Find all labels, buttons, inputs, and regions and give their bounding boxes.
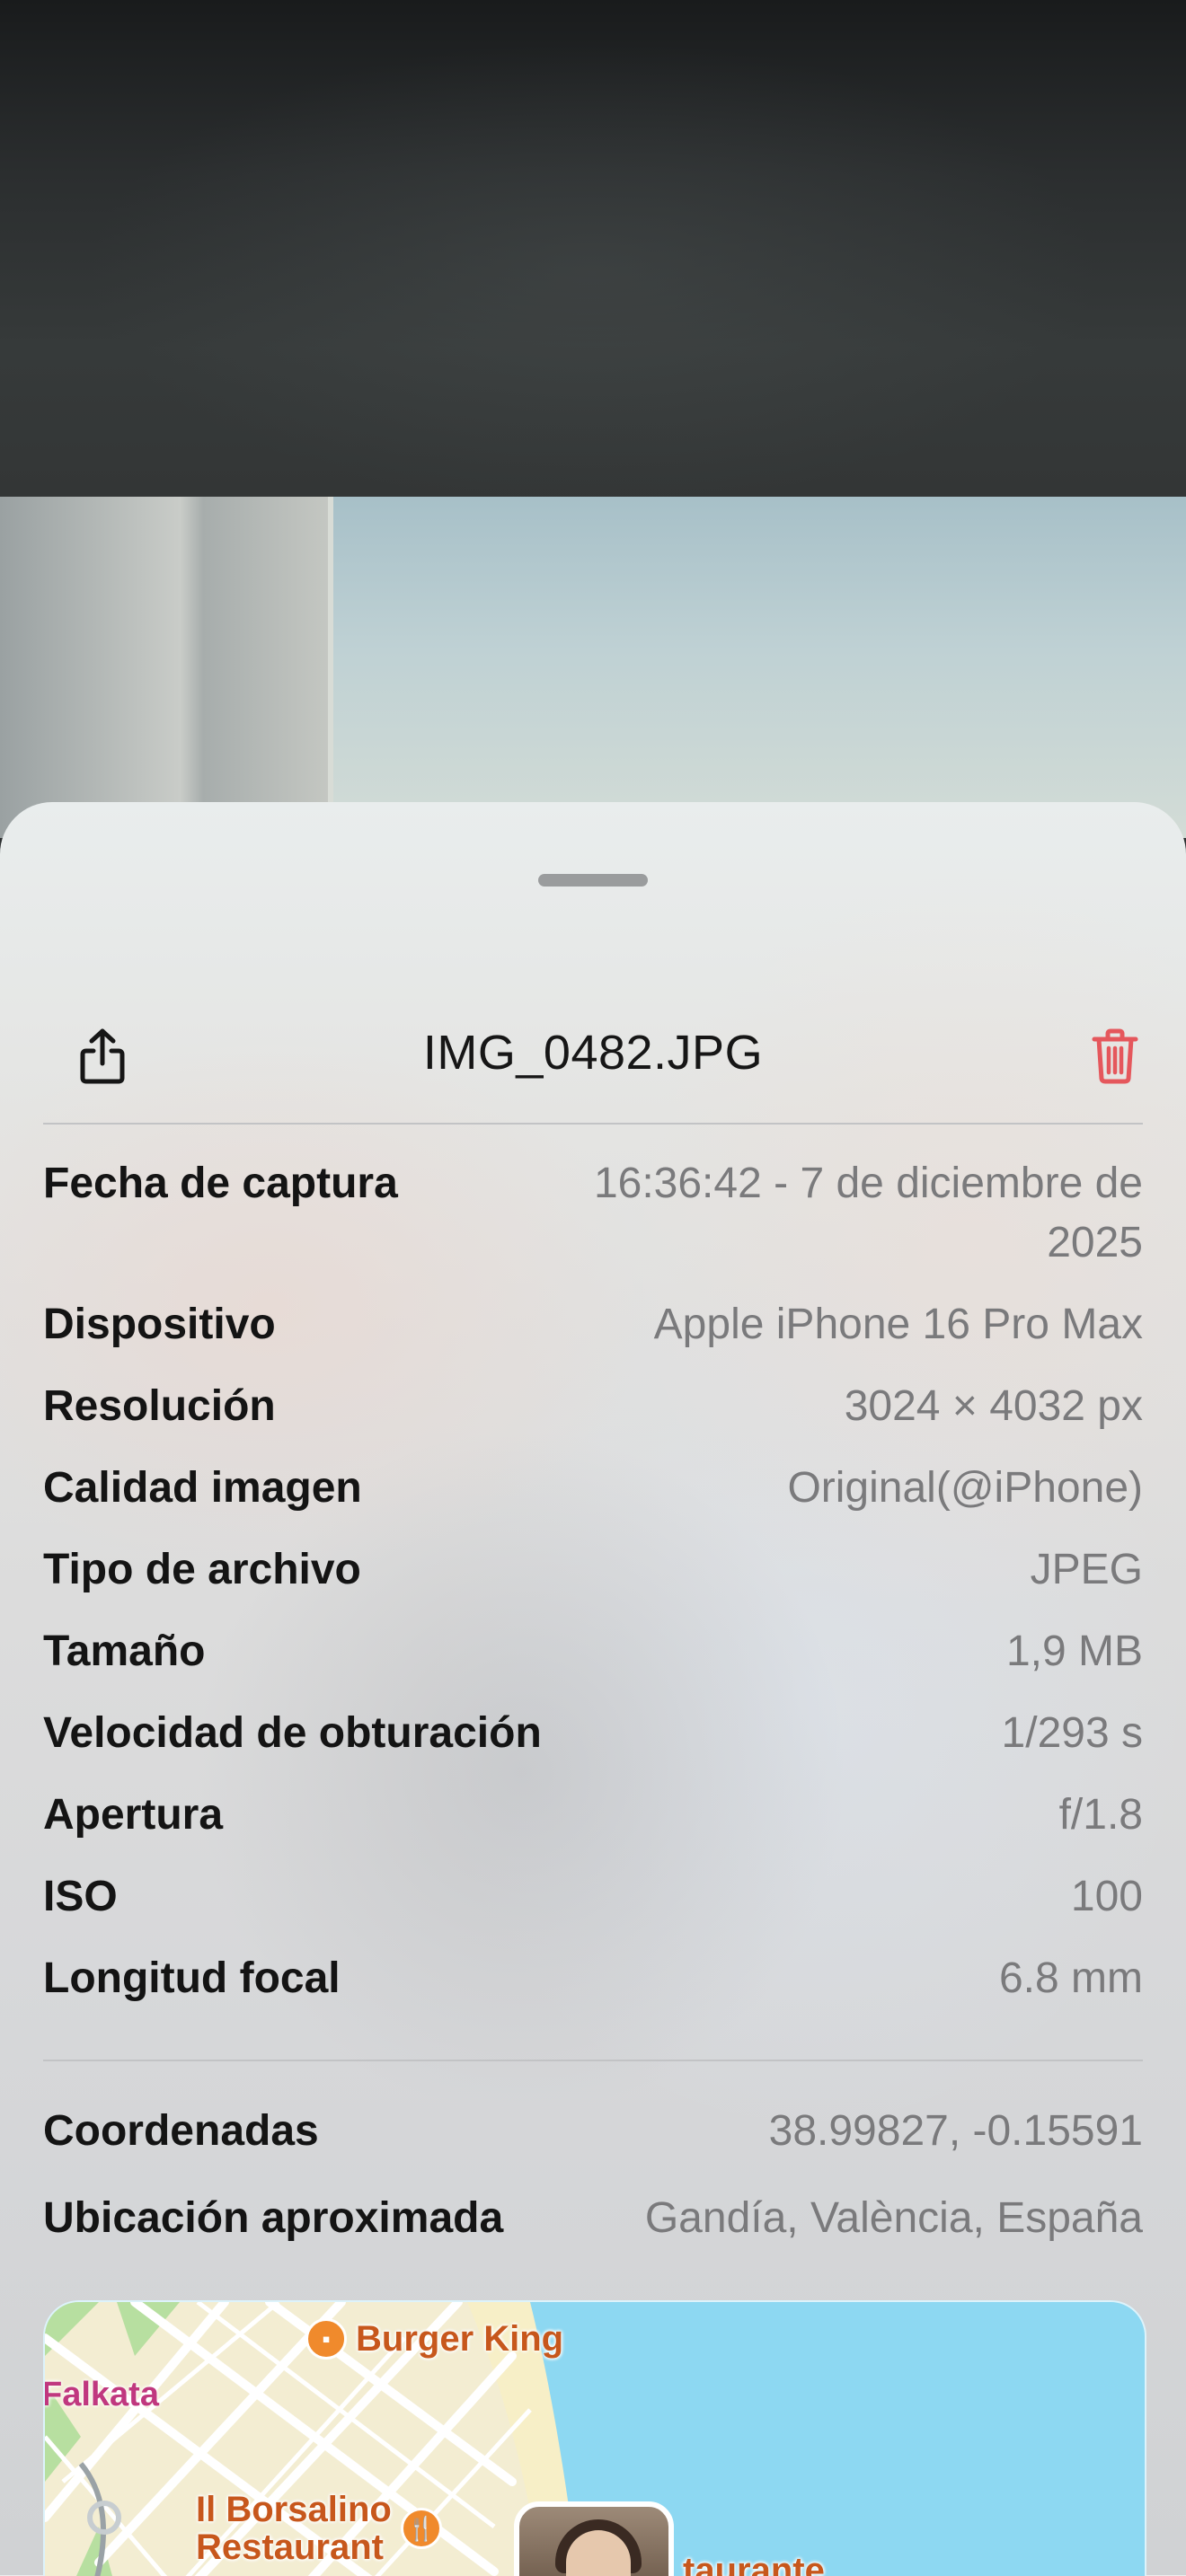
detail-value: 6.8 mm xyxy=(998,1954,1143,2002)
photo-preview xyxy=(0,497,1186,838)
detail-value: JPEG xyxy=(1030,1546,1143,1593)
detail-value: 1/293 s xyxy=(1001,1709,1143,1757)
detail-label: Apertura xyxy=(43,1791,224,1839)
detail-row-device: Dispositivo Apple iPhone 16 Pro Max xyxy=(43,1295,1143,1354)
sheet-grabber[interactable] xyxy=(538,874,648,887)
detail-row-aperture: Apertura f/1.8 xyxy=(43,1786,1143,1845)
location-row-coordinates: Coordenadas 38.99827, -0.15591 xyxy=(43,2102,1143,2161)
poi-label-line2: Restaurant xyxy=(196,2527,384,2567)
detail-row-iso: ISO 100 xyxy=(43,1867,1143,1927)
share-button[interactable] xyxy=(66,1022,138,1094)
location-value: 38.99827, -0.15591 xyxy=(768,2107,1143,2155)
share-icon xyxy=(77,1028,128,1090)
photo-wall xyxy=(0,497,328,838)
poi-burger-king[interactable]: ▪ Burger King xyxy=(305,2318,563,2360)
detail-label: Resolución xyxy=(43,1382,276,1430)
photo-viewer-background xyxy=(0,0,1186,497)
location-label: Coordenadas xyxy=(43,2107,319,2155)
detail-label: ISO xyxy=(43,1873,118,1920)
detail-row-resolution: Resolución 3024 × 4032 px xyxy=(43,1377,1143,1436)
photo-location-pin[interactable] xyxy=(514,2501,674,2576)
trash-icon xyxy=(1091,1028,1139,1089)
place-label-falkata[interactable]: Falkata xyxy=(45,2376,159,2414)
detail-label: Dispositivo xyxy=(43,1301,276,1348)
detail-row-capture-date: Fecha de captura 16:36:42 - 7 de diciemb… xyxy=(43,1154,1143,1273)
location-map[interactable]: ▪ Burger King Falkata Il Borsalino Resta… xyxy=(43,2300,1146,2576)
location-value: Gandía, València, España xyxy=(644,2194,1143,2242)
detail-row-size: Tamaño 1,9 MB xyxy=(43,1622,1143,1681)
detail-row-focal-length: Longitud focal 6.8 mm xyxy=(43,1949,1143,2008)
detail-row-quality: Calidad imagen Original(@iPhone) xyxy=(43,1459,1143,1518)
detail-value: 16:36:42 - 7 de diciembre de 2025 xyxy=(593,1160,1143,1266)
location-label: Ubicación aproximada xyxy=(43,2194,504,2242)
fork-knife-icon: 🍴 xyxy=(400,2508,442,2549)
file-title: IMG_0482.JPG xyxy=(422,1026,764,1080)
detail-label: Calidad imagen xyxy=(43,1464,362,1512)
detail-row-file-type: Tipo de archivo JPEG xyxy=(43,1540,1143,1600)
poi-label-line1: Il Borsalino xyxy=(196,2490,392,2529)
detail-label: Tamaño xyxy=(43,1628,206,1675)
detail-value: Original(@iPhone) xyxy=(787,1464,1143,1512)
poi-label: Burger King xyxy=(356,2319,564,2359)
detail-value: 3024 × 4032 px xyxy=(844,1382,1143,1430)
info-sheet: IMG_0482.JPG Fecha de captura 16:36:42 -… xyxy=(0,802,1186,2576)
poi-partial-label: taurante xyxy=(683,2551,825,2576)
detail-label: Longitud focal xyxy=(43,1954,341,2002)
detail-value: f/1.8 xyxy=(1058,1791,1143,1839)
poi-label-group: Il Borsalino Restaurant xyxy=(196,2491,392,2566)
delete-button[interactable] xyxy=(1079,1022,1151,1094)
restaurant-icon: ▪ xyxy=(305,2318,347,2360)
detail-label: Fecha de captura xyxy=(43,1160,398,1207)
location-row-approx: Ubicación aproximada Gandía, València, E… xyxy=(43,2189,1143,2248)
poi-il-borsalino[interactable]: Il Borsalino Restaurant 🍴 xyxy=(196,2491,442,2566)
detail-value: 1,9 MB xyxy=(1005,1628,1143,1675)
detail-value: Apple iPhone 16 Pro Max xyxy=(653,1301,1143,1348)
photo-wall-edge xyxy=(328,497,333,838)
header-divider xyxy=(43,1123,1143,1125)
detail-value: 100 xyxy=(1070,1873,1143,1920)
detail-row-shutter: Velocidad de obturación 1/293 s xyxy=(43,1704,1143,1763)
location-divider xyxy=(43,2060,1143,2061)
detail-label: Tipo de archivo xyxy=(43,1546,361,1593)
detail-label: Velocidad de obturación xyxy=(43,1709,542,1757)
